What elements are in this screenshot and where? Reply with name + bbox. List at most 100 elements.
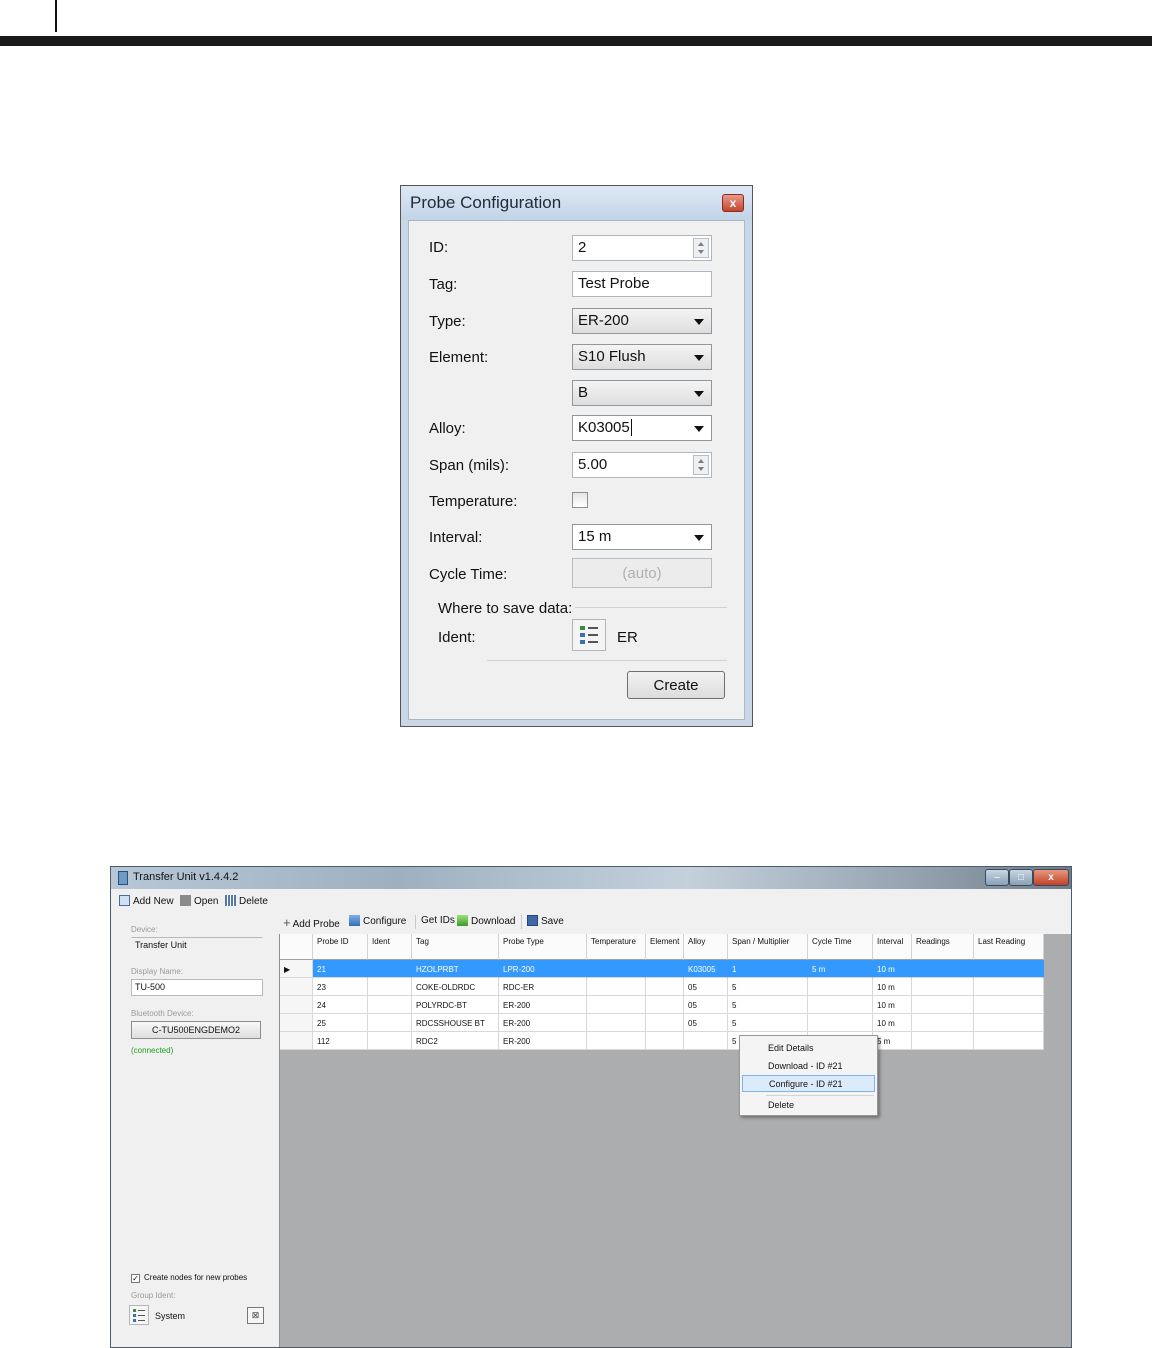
table-cell[interactable] (974, 1032, 1044, 1050)
table-cell[interactable] (912, 996, 974, 1014)
spin-arrows-icon[interactable] (693, 455, 709, 475)
table-cell[interactable]: 05 (684, 996, 728, 1014)
table-cell[interactable]: LPR-200 (499, 960, 587, 978)
table-cell[interactable]: 10 m (873, 1014, 912, 1032)
table-cell[interactable]: 05 (684, 978, 728, 996)
row-header[interactable] (280, 1032, 313, 1050)
table-cell[interactable] (646, 996, 684, 1014)
delete-button[interactable]: Delete (225, 895, 268, 907)
column-header[interactable]: Readings (912, 934, 974, 960)
interval-select[interactable]: 15 m (572, 524, 712, 550)
column-header[interactable]: Tag (412, 934, 499, 960)
element-select[interactable]: S10 Flush (572, 344, 712, 370)
table-cell[interactable] (587, 978, 646, 996)
column-header[interactable]: Ident (368, 934, 412, 960)
create-nodes-checkbox[interactable]: ✓ (131, 1274, 140, 1283)
table-cell[interactable] (646, 1032, 684, 1050)
table-cell[interactable]: 112 (313, 1032, 368, 1050)
element-sub-select[interactable]: B (572, 380, 712, 406)
table-cell[interactable] (912, 1032, 974, 1050)
table-cell[interactable]: RDC-ER (499, 978, 587, 996)
download-button[interactable]: Download (457, 915, 515, 927)
column-header[interactable]: Cycle Time (808, 934, 873, 960)
table-cell[interactable] (368, 1014, 412, 1032)
create-button[interactable]: Create (627, 671, 725, 699)
row-header[interactable] (280, 996, 313, 1014)
row-header[interactable] (280, 978, 313, 996)
bluetooth-device-button[interactable]: C-TU500ENGDEMO2 (131, 1021, 261, 1039)
maximize-icon[interactable]: □ (1009, 869, 1033, 886)
display-name-input[interactable]: TU-500 (131, 979, 263, 996)
clear-icon[interactable]: ⊠ (247, 1307, 264, 1324)
get-ids-button[interactable]: Get IDs (421, 915, 455, 926)
table-cell[interactable] (646, 1014, 684, 1032)
table-cell[interactable]: 10 m (873, 996, 912, 1014)
table-cell[interactable]: 24 (313, 996, 368, 1014)
table-cell[interactable] (368, 1032, 412, 1050)
table-cell[interactable] (368, 960, 412, 978)
table-cell[interactable]: 5 m (873, 1032, 912, 1050)
table-cell[interactable]: RDCSSHOUSE BT (412, 1014, 499, 1032)
table-cell[interactable]: 1 (728, 960, 808, 978)
table-cell[interactable] (974, 960, 1044, 978)
add-probe-button[interactable]: + Add Probe (283, 915, 340, 930)
create-nodes-option[interactable]: ✓ Create nodes for new probes (131, 1273, 247, 1283)
table-cell[interactable] (974, 1014, 1044, 1032)
id-spinner[interactable]: 2 (572, 235, 712, 261)
window-title-bar[interactable]: Transfer Unit v1.4.4.2 – □ x (111, 867, 1071, 889)
table-cell[interactable] (808, 978, 873, 996)
save-button[interactable]: Save (527, 915, 564, 927)
table-cell[interactable] (368, 996, 412, 1014)
add-new-button[interactable]: Add New (119, 895, 174, 907)
table-cell[interactable]: 05 (684, 1014, 728, 1032)
table-cell[interactable]: 5 (728, 978, 808, 996)
column-header[interactable]: Alloy (684, 934, 728, 960)
context-configure[interactable]: Configure - ID #21 (742, 1075, 875, 1092)
close-icon[interactable]: x (1033, 869, 1069, 886)
table-cell[interactable] (974, 996, 1044, 1014)
table-cell[interactable]: 5 m (808, 960, 873, 978)
table-cell[interactable] (646, 978, 684, 996)
group-tree-button[interactable] (129, 1305, 149, 1325)
table-cell[interactable] (684, 1032, 728, 1050)
table-cell[interactable]: POLYRDC-BT (412, 996, 499, 1014)
table-cell[interactable] (912, 960, 974, 978)
column-header[interactable]: Probe Type (499, 934, 587, 960)
minimize-icon[interactable]: – (985, 869, 1009, 886)
table-cell[interactable]: K03005 (684, 960, 728, 978)
alloy-combo[interactable]: K03005 (572, 415, 712, 441)
table-cell[interactable] (368, 978, 412, 996)
table-cell[interactable]: 10 m (873, 960, 912, 978)
row-header[interactable] (280, 1014, 313, 1032)
table-cell[interactable] (912, 1014, 974, 1032)
table-cell[interactable] (587, 960, 646, 978)
type-select[interactable]: ER-200 (572, 308, 712, 334)
table-cell[interactable]: RDC2 (412, 1032, 499, 1050)
open-button[interactable]: Open (180, 895, 218, 907)
table-cell[interactable]: 25 (313, 1014, 368, 1032)
table-cell[interactable] (587, 996, 646, 1014)
table-cell[interactable] (808, 1014, 873, 1032)
table-cell[interactable] (912, 978, 974, 996)
column-header[interactable]: Span / Multiplier (728, 934, 808, 960)
table-cell[interactable]: 10 m (873, 978, 912, 996)
context-download[interactable]: Download - ID #21 (742, 1058, 875, 1075)
column-header[interactable]: Temperature (587, 934, 646, 960)
table-cell[interactable] (646, 960, 684, 978)
table-cell[interactable]: ER-200 (499, 1032, 587, 1050)
span-spinner[interactable]: 5.00 (572, 452, 712, 478)
table-cell[interactable] (808, 996, 873, 1014)
table-cell[interactable]: ER-200 (499, 996, 587, 1014)
column-header[interactable]: Probe ID (313, 934, 368, 960)
spin-arrows-icon[interactable] (693, 238, 709, 258)
context-edit-details[interactable]: Edit Details (742, 1040, 875, 1057)
table-cell[interactable]: 5 (728, 1014, 808, 1032)
table-cell[interactable]: HZOLPRBT (412, 960, 499, 978)
table-cell[interactable]: 23 (313, 978, 368, 996)
table-cell[interactable]: 21 (313, 960, 368, 978)
temperature-checkbox[interactable] (572, 492, 588, 508)
tag-input[interactable]: Test Probe (572, 271, 712, 297)
table-cell[interactable] (974, 978, 1044, 996)
table-cell[interactable]: 5 (728, 996, 808, 1014)
context-delete[interactable]: Delete (742, 1097, 875, 1114)
